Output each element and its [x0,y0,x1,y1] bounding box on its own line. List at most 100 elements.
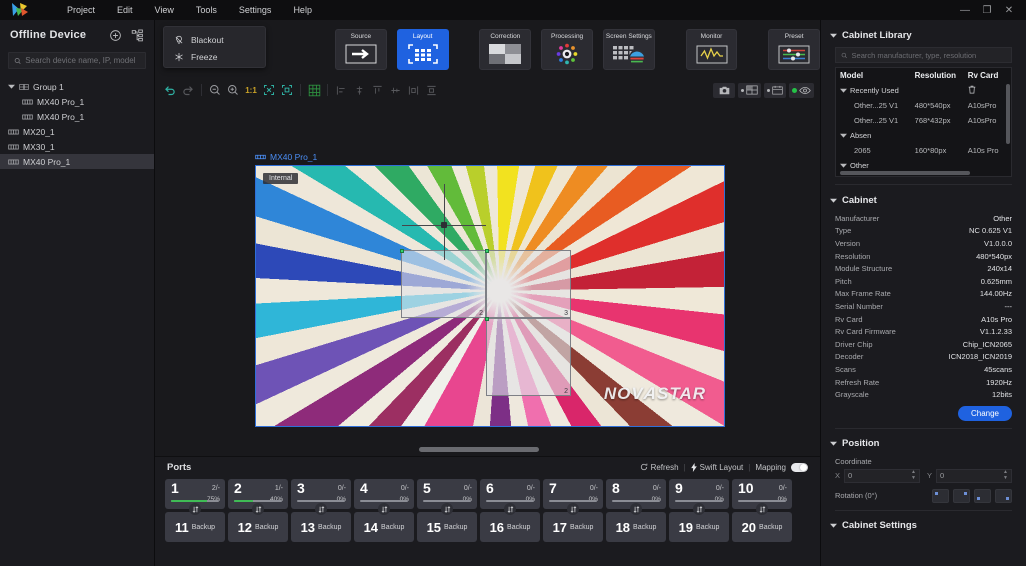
freeze-button[interactable]: Freeze [164,48,265,65]
x-stepper-arrows[interactable]: ▲ ▼ [911,470,916,481]
library-search[interactable] [835,47,1012,63]
library-row-4[interactable]: 2065 160*80px A10s Pro [836,143,1011,158]
change-button[interactable]: Change [957,405,1012,421]
port-link-icon[interactable] [441,503,453,515]
cabinet-section-header[interactable]: Cabinet [821,191,1026,209]
library-row-0[interactable]: Recently Used [836,83,1011,98]
library-row-3[interactable]: Absen [836,128,1011,143]
backup-card-12[interactable]: 12 Backup [228,512,288,542]
zoom-in-icon[interactable] [224,81,242,99]
select-frame-icon[interactable] [278,81,296,99]
minimize-icon[interactable]: — [954,0,976,20]
backup-card-19[interactable]: 19 Backup [669,512,729,542]
port-link-icon[interactable] [378,503,390,515]
menu-tools[interactable]: Tools [185,2,228,18]
rotate-90-icon[interactable] [953,488,970,503]
port-link-icon[interactable] [189,503,201,515]
cabinet-2[interactable]: 2 [485,317,571,396]
module-button-source[interactable]: Source [335,28,387,70]
tree-device-4[interactable]: MX30_1 [0,139,154,154]
align-left-icon[interactable] [332,81,350,99]
align-top-icon[interactable] [368,81,386,99]
close-icon[interactable]: ✕ [998,0,1020,20]
plus-circle-icon[interactable] [109,29,122,42]
port-link-icon[interactable] [315,503,327,515]
module-button-processing[interactable]: Processing [541,28,593,70]
zoom-out-icon[interactable] [206,81,224,99]
menu-settings[interactable]: Settings [228,2,283,18]
align-middle-icon[interactable] [386,81,404,99]
y-stepper-arrows[interactable]: ▲ ▼ [1003,470,1008,481]
tree-device-2[interactable]: MX40 Pro_1 [0,109,154,124]
library-vscrollbar[interactable] [1006,84,1010,144]
tree-device-1[interactable]: MX40 Pro_1 [0,94,154,109]
port-link-icon[interactable] [252,503,264,515]
cabinet-library-table[interactable]: Model Resolution Rv Card Recently Used Ot… [835,67,1012,177]
cabinet-1[interactable]: 3 [485,249,571,318]
fit-screen-icon[interactable] [260,81,278,99]
module-button-correction[interactable]: Correction [479,28,532,70]
backup-card-14[interactable]: 14 Backup [354,512,414,542]
led-screen[interactable]: Internal NOVASTAR 2 3 2 [255,165,725,427]
group-tree-icon[interactable] [131,29,144,42]
library-hscrollbar[interactable] [840,171,970,175]
y-coordinate-input[interactable] [940,471,1004,481]
undo-icon[interactable] [161,81,179,99]
module-button-layout[interactable]: Layout [396,28,449,70]
menu-edit[interactable]: Edit [106,2,144,18]
cabinet-library-header[interactable]: Cabinet Library [821,26,1026,44]
library-row-2[interactable]: Other...25 V1 768*432px A10sPro [836,113,1011,128]
rotate-270-icon[interactable] [995,488,1012,503]
menu-project[interactable]: Project [56,2,106,18]
mapping-grid-icon[interactable] [738,82,761,98]
tree-device-5[interactable]: MX40 Pro_1 [0,154,154,169]
backup-card-20[interactable]: 20 Backup [732,512,792,542]
menu-view[interactable]: View [144,2,185,18]
tree-device-3[interactable]: MX20_1 [0,124,154,139]
canvas-hscrollbar-thumb[interactable] [419,447,539,452]
module-button-monitor[interactable]: Monitor [685,28,738,70]
rotate-180-icon[interactable] [974,488,991,503]
layout-canvas[interactable]: MX40 Pro_1 Internal NOVASTAR 2 3 2 [155,102,820,444]
redo-icon[interactable] [179,81,197,99]
cabinet-settings-header[interactable]: Cabinet Settings [821,517,1026,535]
menu-help[interactable]: Help [282,2,323,18]
align-center-icon[interactable] [350,81,368,99]
blackout-button[interactable]: Blackout [164,31,265,48]
port-link-icon[interactable] [504,503,516,515]
backup-card-18[interactable]: 18 Backup [606,512,666,542]
one-to-one-icon[interactable]: 1:1 [242,81,260,99]
distribute-horizontal-icon[interactable] [404,81,422,99]
y-coordinate-stepper[interactable]: ▲▼ [936,468,1012,483]
port-link-icon[interactable] [693,503,705,515]
canvas-hscrollbar[interactable] [155,444,820,456]
tree-group-0[interactable]: Group 1 [0,79,154,94]
cabinet-0[interactable]: 2 [400,249,486,318]
x-coordinate-input[interactable] [848,471,912,481]
device-search-input[interactable] [25,56,140,65]
x-coordinate-stepper[interactable]: ▲▼ [844,468,920,483]
port-link-icon[interactable] [756,503,768,515]
grid-icon[interactable] [305,81,323,99]
library-row-1[interactable]: Other...25 V1 480*540px A10sPro [836,98,1011,113]
backup-card-13[interactable]: 13 Backup [291,512,351,542]
visibility-eye-icon[interactable] [789,82,814,98]
backup-card-16[interactable]: 16 Backup [480,512,540,542]
backup-card-17[interactable]: 17 Backup [543,512,603,542]
maximize-icon[interactable]: ❐ [976,0,998,20]
backup-card-15[interactable]: 15 Backup [417,512,477,542]
library-search-input[interactable] [851,50,1006,60]
mapping-toggle[interactable] [791,462,808,472]
swift-layout-button[interactable]: Swift Layout [690,462,743,472]
trash-icon[interactable] [968,85,976,94]
module-button-preset[interactable]: Preset [768,28,821,70]
module-button-screen-settings[interactable]: Screen Settings [602,28,655,70]
backup-card-11[interactable]: 11 Backup [165,512,225,542]
device-search[interactable] [8,52,146,69]
distribute-vertical-icon[interactable] [422,81,440,99]
position-section-header[interactable]: Position [821,435,1026,453]
refresh-button[interactable]: Refresh [640,463,679,472]
port-link-icon[interactable] [630,503,642,515]
rotate-0-icon[interactable] [932,488,949,503]
port-link-icon[interactable] [567,503,579,515]
